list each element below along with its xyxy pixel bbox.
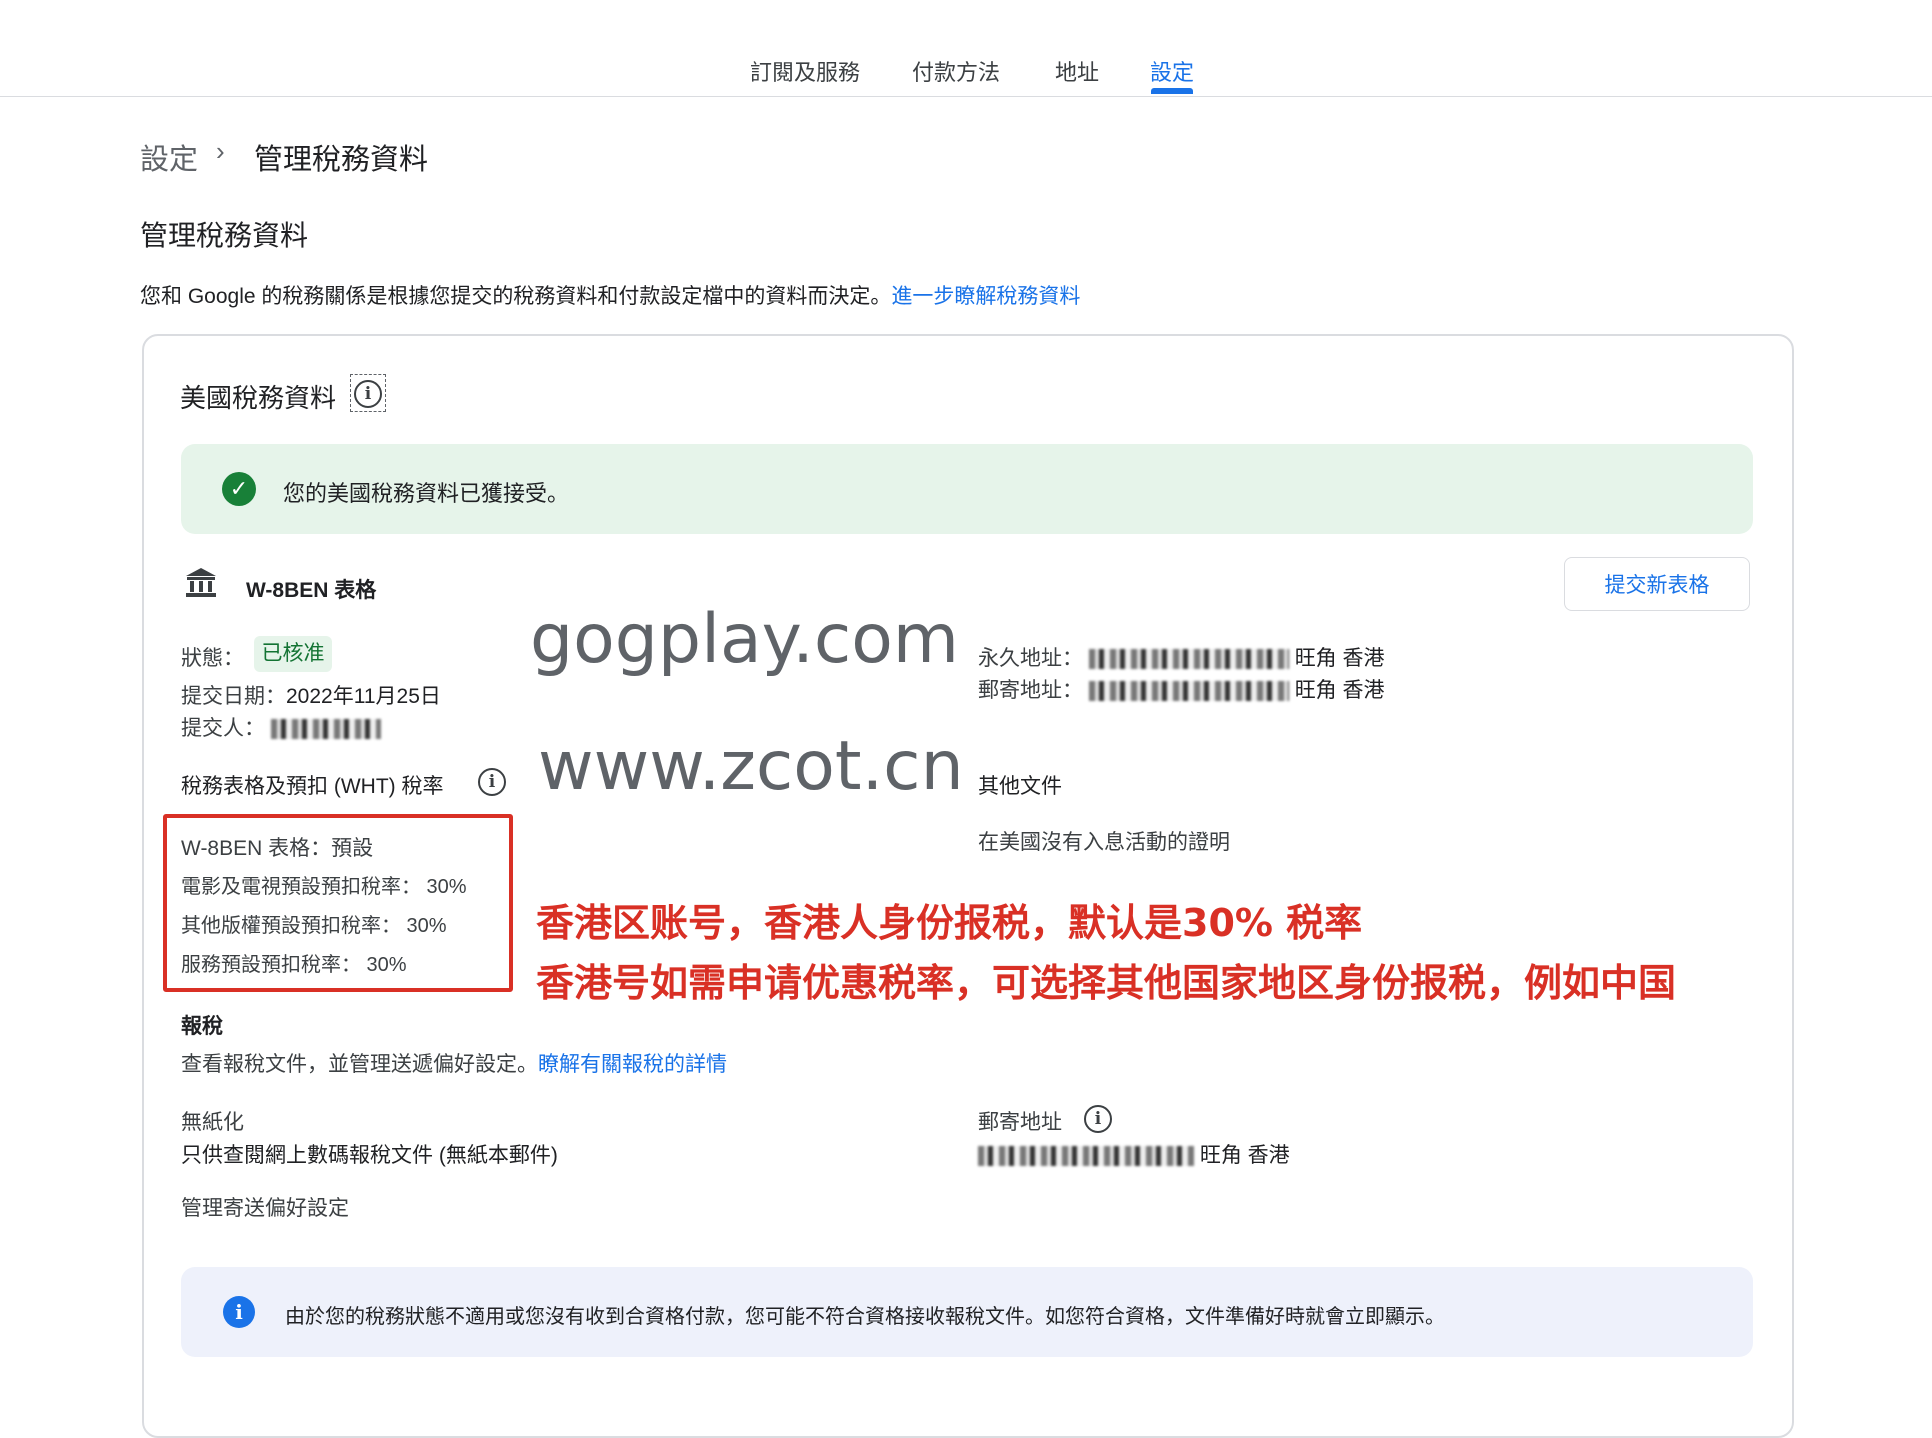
tab-settings[interactable]: 設定 — [1150, 55, 1194, 87]
wht-item-services: 服務預設預扣稅率： 30% — [181, 954, 407, 976]
tax-report-title: 報稅 — [181, 1015, 223, 1038]
paperless-label: 無紙化 — [181, 1111, 244, 1134]
check-circle-icon: ✓ — [222, 472, 256, 506]
active-tab-indicator — [1151, 88, 1193, 94]
submitter-row: 提交人： — [181, 712, 381, 742]
description-text: 您和 Google 的稅務關係是根據您提交的稅務資料和付款設定檔中的資料而決定。 — [140, 285, 892, 308]
tax-report-desc-row: 查看報稅文件，並管理送遞偏好設定。瞭解有關報稅的詳情 — [181, 1048, 727, 1078]
submit-date-value: 2022年11月25日 — [286, 685, 441, 708]
redacted-submitter — [270, 719, 381, 740]
mailing-section-value-row: 旺角 香港 — [978, 1139, 1290, 1169]
permanent-address-row: 永久地址： 旺角 香港 — [978, 642, 1385, 672]
mailing-address-row: 郵寄地址： 旺角 香港 — [978, 674, 1385, 704]
submit-date-row: 提交日期：2022年11月25日 — [181, 680, 441, 710]
mailing-address-suffix: 旺角 香港 — [1294, 679, 1385, 702]
page-description: 您和 Google 的稅務關係是根據您提交的稅務資料和付款設定檔中的資料而決定。… — [140, 280, 1080, 310]
wht-form-link[interactable]: W-8BEN 表格：預設 — [181, 832, 373, 862]
chevron-right-icon: › — [216, 136, 225, 166]
annotation-note-2: 香港号如需申请优惠税率，可选择其他国家地区身份报税，例如中国 — [536, 961, 1677, 1005]
redacted-mailing-section-address — [978, 1146, 1194, 1167]
status-label: 狀態： — [181, 647, 244, 670]
redacted-permanent-address — [1088, 649, 1289, 670]
watermark-2: www.zcot.cn — [538, 727, 964, 806]
notice-text: 由於您的稅務狀態不適用或您沒有收到合資格付款，您可能不符合資格接收報稅文件。如您… — [285, 1306, 1445, 1328]
wht-item-film: 電影及電視預設預扣稅率： 30% — [181, 876, 467, 898]
form-name: W-8BEN 表格 — [246, 579, 377, 602]
page-title: 管理稅務資料 — [140, 220, 309, 251]
card-title: 美國稅務資料 — [180, 383, 337, 413]
annotation-note-1: 香港区账号，香港人身份报税，默认是30% 税率 — [536, 901, 1363, 945]
mailing-section-value-suffix: 旺角 香港 — [1199, 1144, 1290, 1167]
wht-info-icon[interactable]: i — [478, 768, 506, 796]
mailing-address-label: 郵寄地址： — [978, 679, 1083, 702]
tax-report-desc: 查看報稅文件，並管理送遞偏好設定。 — [181, 1053, 538, 1076]
other-docs-title: 其他文件 — [978, 775, 1062, 798]
permanent-address-label: 永久地址： — [978, 647, 1083, 670]
breadcrumb-current: 管理稅務資料 — [254, 144, 429, 176]
mailing-section-label: 郵寄地址 — [978, 1111, 1062, 1134]
redacted-mailing-address — [1088, 681, 1289, 702]
status-badge: 已核准 — [254, 636, 332, 672]
bank-icon — [186, 568, 216, 597]
success-message: 您的美國稅務資料已獲接受。 — [283, 481, 570, 506]
paperless-value: 只供查閱網上數碼報稅文件 (無紙本郵件) — [181, 1144, 558, 1167]
breadcrumb-settings[interactable]: 設定 — [140, 136, 198, 178]
mailing-info-icon[interactable]: i — [1084, 1105, 1112, 1133]
watermark-1: gogplay.com — [530, 600, 960, 679]
wht-title: 稅務表格及預扣 (WHT) 稅率 — [181, 775, 444, 798]
learn-more-link[interactable]: 進一步瞭解稅務資料 — [891, 285, 1080, 308]
submit-date-label: 提交日期： — [181, 685, 286, 708]
other-docs-link[interactable]: 在美國沒有入息活動的證明 — [978, 826, 1230, 856]
tab-subscriptions[interactable]: 訂閱及服務 — [750, 55, 860, 87]
tab-addresses[interactable]: 地址 — [1055, 55, 1099, 87]
info-icon[interactable]: i — [354, 380, 382, 408]
submitter-label: 提交人： — [181, 717, 265, 740]
info-filled-icon: i — [223, 1296, 255, 1328]
submit-new-form-button[interactable]: 提交新表格 — [1564, 557, 1750, 611]
wht-item-royalties: 其他版權預設預扣稅率： 30% — [181, 915, 447, 937]
tab-payment-methods[interactable]: 付款方法 — [912, 55, 1000, 87]
permanent-address-suffix: 旺角 香港 — [1294, 647, 1385, 670]
manage-delivery-link[interactable]: 管理寄送偏好設定 — [181, 1192, 349, 1222]
tax-report-link[interactable]: 瞭解有關報稅的詳情 — [538, 1053, 727, 1076]
